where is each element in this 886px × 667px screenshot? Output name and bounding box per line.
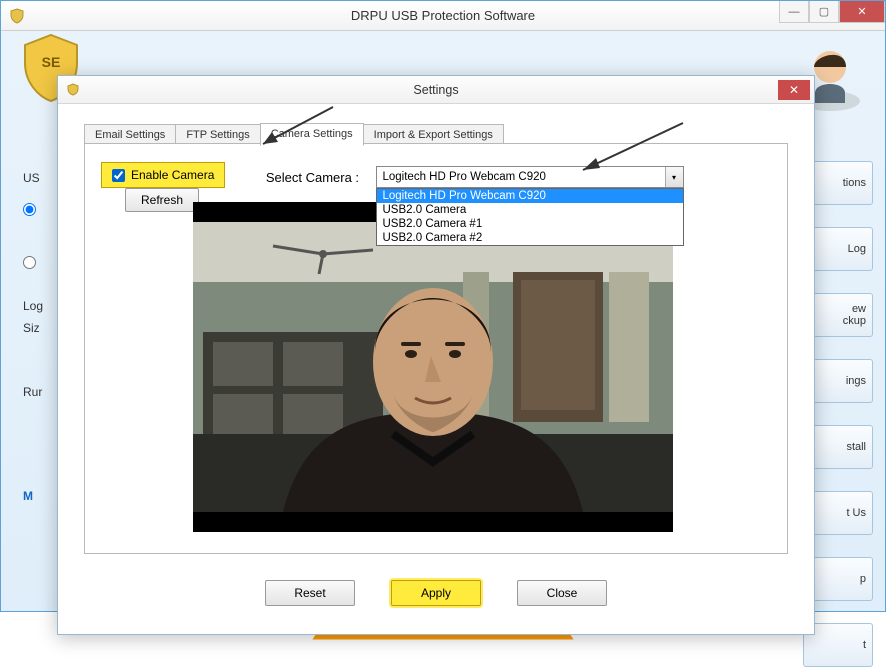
- settings-dialog: Settings ✕ Email Settings FTP Settings C…: [57, 75, 815, 635]
- svg-text:SE: SE: [42, 54, 61, 70]
- chevron-down-icon[interactable]: ▾: [665, 167, 683, 187]
- camera-option[interactable]: Logitech HD Pro Webcam C920: [377, 189, 683, 203]
- refresh-button[interactable]: Refresh: [125, 188, 199, 212]
- settings-title: Settings: [413, 83, 458, 97]
- enable-camera-input[interactable]: [112, 169, 125, 182]
- dialog-button-row: Reset Apply Close: [58, 580, 814, 606]
- camera-settings-panel: Enable Camera Select Camera : Logitech H…: [84, 143, 788, 554]
- select-camera-label: Select Camera :: [266, 170, 359, 185]
- app-title: DRPU USB Protection Software: [351, 8, 535, 23]
- minimize-button[interactable]: —: [779, 1, 809, 23]
- tab-camera-settings[interactable]: Camera Settings: [260, 123, 364, 146]
- outer-label: US: [23, 171, 40, 185]
- camera-dropdown-value: Logitech HD Pro Webcam C920: [383, 171, 546, 183]
- camera-dropdown-wrap: Logitech HD Pro Webcam C920 ▾ Logitech H…: [376, 166, 684, 188]
- camera-preview-image: [193, 202, 673, 532]
- outer-radio-1[interactable]: [23, 203, 36, 216]
- settings-close-button[interactable]: ✕: [778, 80, 810, 100]
- close-button[interactable]: Close: [517, 580, 607, 606]
- camera-dropdown-list: Logitech HD Pro Webcam C920 USB2.0 Camer…: [376, 188, 684, 246]
- app-close-button[interactable]: ✕: [839, 1, 885, 23]
- app-titlebar: DRPU USB Protection Software — ▢ ✕: [1, 1, 885, 31]
- maximize-button[interactable]: ▢: [809, 1, 839, 23]
- camera-dropdown[interactable]: Logitech HD Pro Webcam C920 ▾: [376, 166, 684, 188]
- settings-shield-icon: [66, 83, 80, 97]
- reset-button[interactable]: Reset: [265, 580, 355, 606]
- app-shield-icon: [9, 8, 25, 24]
- app-window: DRPU USB Protection Software — ▢ ✕ SE ti…: [0, 0, 886, 612]
- camera-preview: [193, 202, 673, 532]
- enable-camera-checkbox[interactable]: Enable Camera: [101, 162, 225, 188]
- settings-titlebar: Settings ✕: [58, 76, 814, 104]
- camera-option[interactable]: USB2.0 Camera #1: [377, 217, 683, 231]
- app-body: SE tions Log ew ckup ings stall t Us p t…: [1, 31, 885, 611]
- apply-button[interactable]: Apply: [391, 580, 481, 606]
- outer-radio-2[interactable]: [23, 256, 36, 269]
- camera-option[interactable]: USB2.0 Camera #2: [377, 231, 683, 245]
- camera-option[interactable]: USB2.0 Camera: [377, 203, 683, 217]
- window-controls: — ▢ ✕: [779, 1, 885, 23]
- enable-camera-label: Enable Camera: [131, 168, 214, 182]
